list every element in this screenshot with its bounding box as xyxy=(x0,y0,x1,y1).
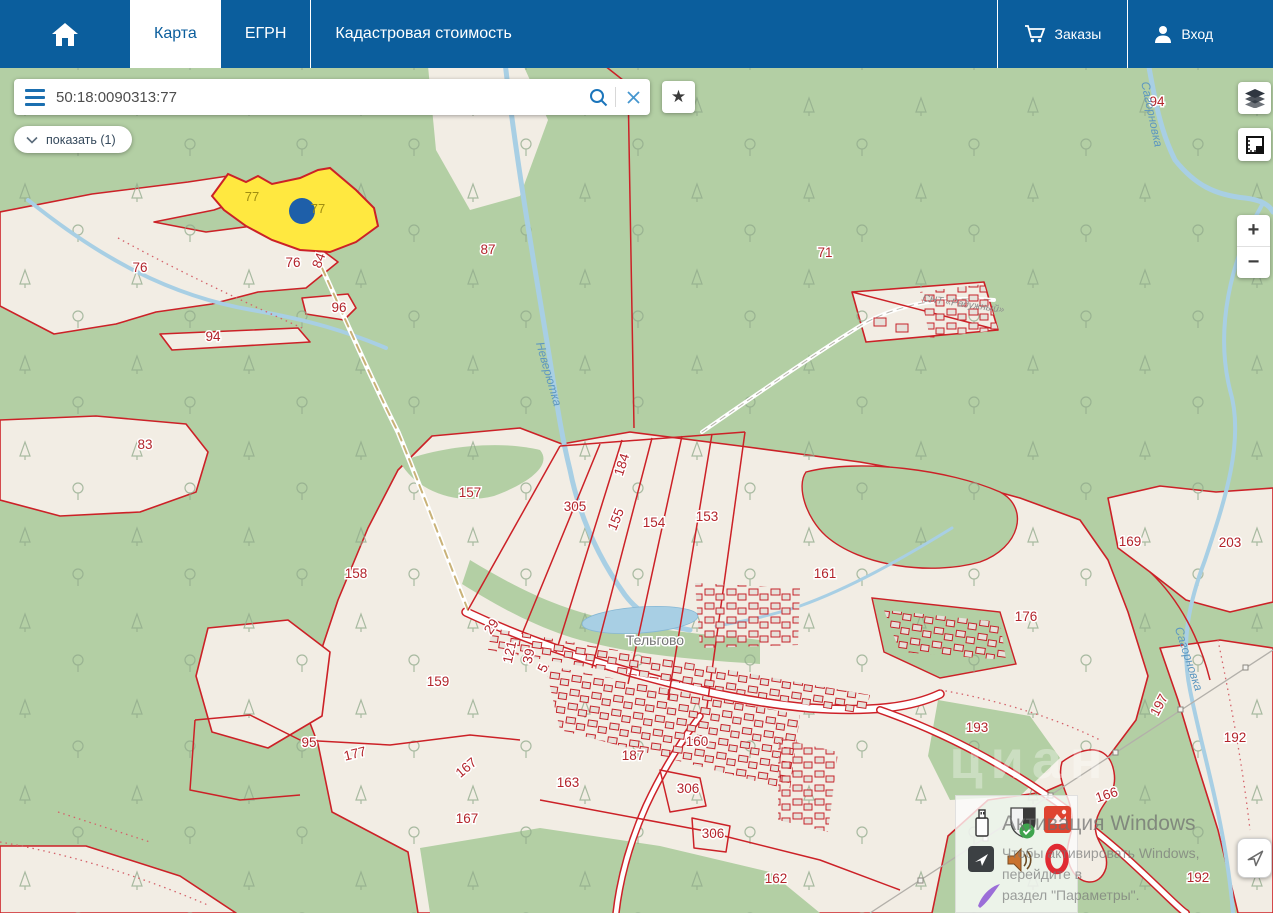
map-label: 87 xyxy=(480,242,495,257)
map-label: 192 xyxy=(1224,730,1247,745)
top-navbar: Карта ЕГРН Кадастровая стоимость Заказы … xyxy=(0,0,1273,68)
search-icon xyxy=(589,88,608,107)
map-label: 163 xyxy=(557,775,580,790)
zoom-control: + − xyxy=(1237,215,1270,278)
purple-feather-icon xyxy=(978,884,1000,908)
map-label: 176 xyxy=(1015,609,1038,624)
orders-button[interactable]: Заказы xyxy=(998,0,1128,68)
map-label: 95 xyxy=(301,735,316,750)
map-label: 157 xyxy=(459,485,482,500)
map-label: 83 xyxy=(137,437,152,452)
menu-button[interactable] xyxy=(14,89,56,106)
map-label: 94 xyxy=(205,329,221,344)
map-label: 76 xyxy=(285,255,300,270)
ruler-icon xyxy=(1245,135,1265,155)
home-icon xyxy=(50,20,80,48)
map-label: 203 xyxy=(1219,535,1242,550)
locate-button[interactable] xyxy=(1237,838,1272,878)
dark-arrow-app-icon xyxy=(968,846,994,872)
map-label: 192 xyxy=(1187,870,1210,885)
tab-cadastral-value[interactable]: Кадастровая стоимость xyxy=(311,0,535,68)
map-label: 306 xyxy=(702,826,725,841)
map-label: 153 xyxy=(696,509,719,524)
map-label: 71 xyxy=(817,245,832,260)
cadastral-map-app: 7676849694877194831573051841551541531611… xyxy=(0,0,1273,913)
map-label: 77 xyxy=(311,201,325,216)
tab-egrn[interactable]: ЕГРН xyxy=(221,0,311,68)
user-icon xyxy=(1154,25,1172,44)
login-label: Вход xyxy=(1181,26,1213,42)
measure-button[interactable] xyxy=(1238,128,1271,161)
close-icon xyxy=(626,90,641,105)
map-label: 162 xyxy=(765,871,788,886)
map-label: 154 xyxy=(643,515,666,530)
clear-search-button[interactable] xyxy=(616,90,650,105)
map-label: 39 xyxy=(520,647,538,665)
zoom-out-button[interactable]: − xyxy=(1237,247,1270,278)
orders-label: Заказы xyxy=(1055,26,1102,42)
home-button[interactable] xyxy=(0,0,130,68)
show-results-label: показать (1) xyxy=(46,133,116,147)
zoom-in-button[interactable]: + xyxy=(1237,215,1270,246)
map-label: 160 xyxy=(686,734,709,749)
favorites-button[interactable]: ★ xyxy=(662,81,695,113)
map-label: 187 xyxy=(622,748,645,763)
map-label: 161 xyxy=(814,566,837,581)
transparent-desktop-panel xyxy=(955,795,1078,913)
search-bar xyxy=(14,79,650,115)
map-svg: 7676849694877194831573051841551541531611… xyxy=(0,0,1273,913)
map-label: 306 xyxy=(677,781,700,796)
speaker-icon xyxy=(1008,849,1031,871)
star-icon: ★ xyxy=(671,87,686,106)
search-button[interactable] xyxy=(581,88,615,107)
map-label: циан xyxy=(949,730,1110,790)
tab-map[interactable]: Карта xyxy=(130,0,221,68)
layers-icon xyxy=(1245,89,1265,108)
map-label: 169 xyxy=(1119,534,1142,549)
map-label: 77 xyxy=(245,189,259,204)
map-label: 96 xyxy=(331,300,346,315)
map-label: 158 xyxy=(345,566,368,581)
security-shield-icon xyxy=(1011,808,1035,839)
cart-icon xyxy=(1024,24,1046,44)
opera-browser-icon xyxy=(1048,847,1066,872)
map-label: 305 xyxy=(564,499,587,514)
map-label: 159 xyxy=(427,674,450,689)
map-label: 167 xyxy=(456,811,479,826)
layers-button[interactable] xyxy=(1238,82,1271,114)
chevron-down-icon xyxy=(26,136,38,144)
map-canvas[interactable]: 7676849694877194831573051841551541531611… xyxy=(0,0,1273,913)
red-app-icon xyxy=(1044,806,1071,833)
map-label: Тельгово xyxy=(626,632,684,648)
login-button[interactable]: Вход xyxy=(1128,0,1273,68)
map-label: 76 xyxy=(132,260,147,275)
show-results-pill[interactable]: показать (1) xyxy=(14,126,132,153)
search-input[interactable] xyxy=(56,89,581,106)
navigation-arrow-icon xyxy=(1245,848,1265,868)
usb-drive-icon xyxy=(976,810,988,836)
